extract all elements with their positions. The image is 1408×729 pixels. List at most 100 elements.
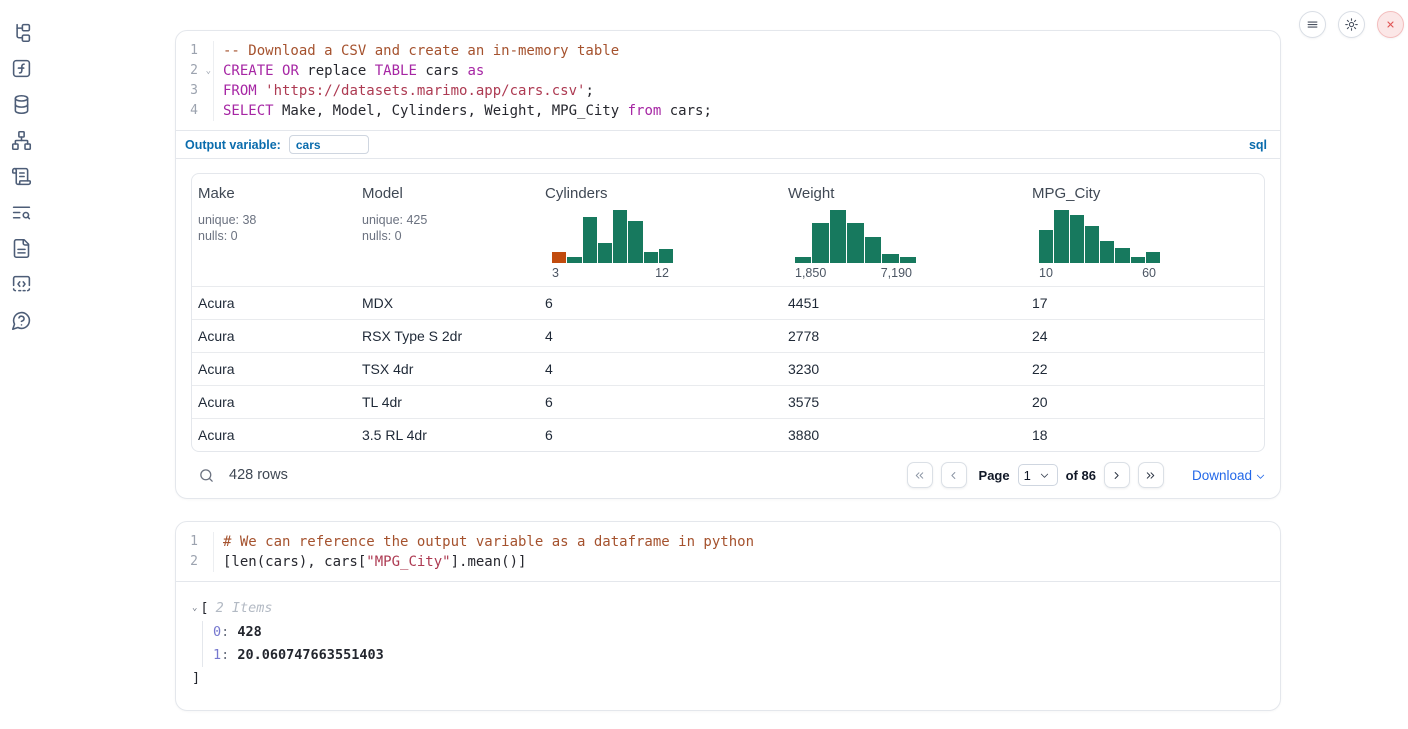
table-row: AcuraTL 4dr6357520	[192, 385, 1264, 418]
histogram-bar[interactable]	[644, 252, 658, 263]
database-icon[interactable]	[11, 94, 32, 115]
histogram-bars	[1039, 210, 1160, 263]
tree-item: 0: 428	[213, 621, 1264, 644]
histogram-bar[interactable]	[659, 249, 673, 263]
tree-item-index: 0	[213, 624, 221, 640]
code-line: 3FROM 'https://datasets.marimo.app/cars.…	[176, 81, 1280, 101]
chevrons-left-icon	[913, 469, 926, 482]
histogram-min-label: 1,850	[795, 266, 826, 280]
tree-root: ⌄ [ 2 Items	[192, 599, 1264, 617]
histogram-bar[interactable]	[628, 221, 642, 263]
scroll-text-icon[interactable]	[11, 166, 32, 187]
line-number: 4	[176, 101, 204, 121]
code-text[interactable]: CREATE OR replace TABLE cars as	[213, 61, 1280, 81]
code-text[interactable]: FROM 'https://datasets.marimo.app/cars.c…	[213, 81, 1280, 101]
network-icon[interactable]	[11, 130, 32, 151]
column-header-make[interactable]: Makeunique: 38nulls: 0	[192, 174, 356, 286]
last-page-button[interactable]	[1138, 462, 1164, 488]
tree-item-colon: :	[221, 647, 237, 663]
page-select[interactable]: 1	[1018, 464, 1058, 486]
helper-panel-sidebar	[0, 0, 44, 729]
tree-collapse-chevron-icon[interactable]: ⌄	[192, 599, 197, 617]
language-badge[interactable]: sql	[1249, 138, 1267, 152]
code-text[interactable]: SELECT Make, Model, Cylinders, Weight, M…	[213, 101, 1280, 121]
file-tree-icon[interactable]	[11, 22, 32, 43]
table-cell: 3230	[782, 361, 1026, 377]
table-cell: 3880	[782, 427, 1026, 443]
histogram-bar[interactable]	[847, 223, 863, 263]
histogram-bar[interactable]	[1085, 226, 1099, 263]
code-square-icon[interactable]	[11, 274, 32, 295]
help-message-icon[interactable]	[11, 310, 32, 331]
next-page-button[interactable]	[1104, 462, 1130, 488]
histogram-bar[interactable]	[1100, 241, 1114, 263]
sql-output-section: Makeunique: 38nulls: 0Modelunique: 425nu…	[176, 159, 1280, 452]
code-text[interactable]: [len(cars), cars["MPG_City"].mean()]	[213, 552, 1280, 572]
python-code-editor[interactable]: 1# We can reference the output variable …	[176, 522, 1280, 582]
column-header-model[interactable]: Modelunique: 425nulls: 0	[356, 174, 539, 286]
table-footer: 428 rows Page 1 of 86	[176, 452, 1280, 498]
histogram-bar[interactable]	[567, 257, 581, 263]
histogram-bar[interactable]	[882, 254, 898, 263]
table-cell: TSX 4dr	[356, 361, 539, 377]
search-icon[interactable]	[198, 467, 215, 484]
tree-item-value: 428	[237, 624, 261, 640]
first-page-button[interactable]	[907, 462, 933, 488]
histogram-bar[interactable]	[552, 252, 566, 263]
histogram-bar[interactable]	[598, 243, 612, 263]
text-search-icon[interactable]	[11, 202, 32, 223]
table-row: AcuraTSX 4dr4323022	[192, 352, 1264, 385]
table-cell: 4451	[782, 295, 1026, 311]
function-square-icon[interactable]	[11, 58, 32, 79]
tree-items: 0: 4281: 20.060747663551403	[202, 621, 1264, 667]
menu-button[interactable]	[1299, 11, 1326, 38]
histogram-bar[interactable]	[583, 217, 597, 263]
column-header-weight[interactable]: Weight1,8507,190	[782, 174, 1026, 286]
shutdown-button[interactable]	[1377, 11, 1404, 38]
code-line: 4 SELECT Make, Model, Cylinders, Weight, …	[176, 101, 1280, 121]
histogram-bars	[795, 210, 916, 263]
table-cell: 2778	[782, 328, 1026, 344]
output-variable-input[interactable]	[289, 135, 369, 154]
settings-button[interactable]	[1338, 11, 1365, 38]
column-header-mpg_city[interactable]: MPG_City1060	[1026, 174, 1264, 286]
code-line: 2 [len(cars), cars["MPG_City"].mean()]	[176, 552, 1280, 572]
table-cell: 20	[1026, 394, 1264, 410]
line-number: 2	[176, 552, 204, 572]
code-line: 1-- Download a CSV and create an in-memo…	[176, 41, 1280, 61]
chevron-right-icon	[1110, 469, 1123, 482]
histogram-bar[interactable]	[1039, 230, 1053, 263]
histogram-bar[interactable]	[1054, 210, 1068, 263]
table-cell: RSX Type S 2dr	[356, 328, 539, 344]
page-total-label: of 86	[1066, 468, 1096, 483]
histogram-bar[interactable]	[812, 223, 828, 263]
histogram-bar[interactable]	[1115, 248, 1129, 263]
histogram-axis-labels: 1060	[1039, 266, 1160, 280]
gear-icon	[1344, 17, 1359, 32]
histogram-bar[interactable]	[1131, 257, 1145, 263]
file-text-icon[interactable]	[11, 238, 32, 259]
histogram-bar[interactable]	[1146, 252, 1160, 263]
histogram-bar[interactable]	[865, 237, 881, 263]
column-header-cylinders[interactable]: Cylinders312	[539, 174, 782, 286]
table-row: AcuraMDX6445117	[192, 286, 1264, 319]
sql-code-editor[interactable]: 1-- Download a CSV and create an in-memo…	[176, 31, 1280, 130]
fold-chevron-icon[interactable]: ⌄	[206, 61, 211, 81]
python-cell: 1# We can reference the output variable …	[175, 521, 1281, 711]
line-number: 2⌄	[176, 61, 204, 81]
notebook-actions-toolbar	[1299, 11, 1404, 38]
histogram-bar[interactable]	[613, 210, 627, 263]
histogram-bar[interactable]	[1070, 215, 1084, 263]
histogram-bar[interactable]	[795, 257, 811, 263]
code-text[interactable]: # We can reference the output variable a…	[213, 532, 1280, 552]
notebook: 1 -- Download a CSV and create an in-memo…	[175, 30, 1281, 711]
histogram-bar[interactable]	[900, 257, 916, 263]
previous-page-button[interactable]	[941, 462, 967, 488]
close-x-icon	[1383, 17, 1398, 32]
histogram-bar[interactable]	[830, 210, 846, 263]
code-text[interactable]: -- Download a CSV and create an in-memor…	[213, 41, 1280, 61]
download-button[interactable]: Download	[1192, 468, 1266, 483]
column-title: Weight	[788, 185, 1018, 202]
tree-item-colon: :	[221, 624, 237, 640]
table-cell: 6	[539, 295, 782, 311]
